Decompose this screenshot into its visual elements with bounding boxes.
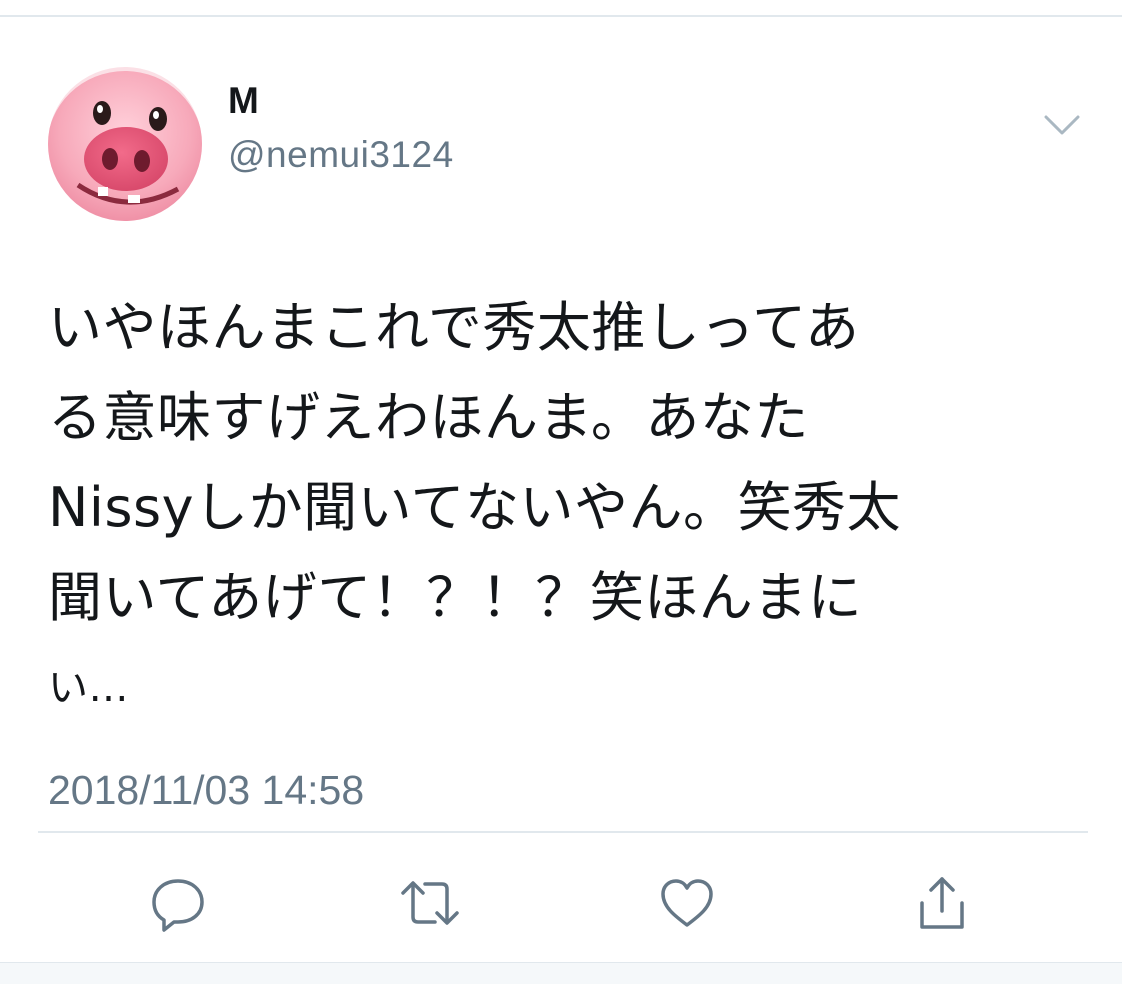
tweet[interactable]: M @nemui3124 いやほんまこれで秀太推しってあ る意味すげえわほんま。… <box>0 17 1122 984</box>
tweet-text: いやほんまこれで秀太推しってあ る意味すげえわほんま。あなた Nissyしか聞い… <box>48 283 1048 733</box>
share-button[interactable] <box>907 868 977 938</box>
reply-button[interactable] <box>143 868 213 938</box>
tweet-text-line: Nissyしか聞いてないやん。笑秀太 <box>48 476 902 539</box>
action-bar <box>0 850 1122 960</box>
actions-divider <box>38 831 1088 833</box>
tweet-text-line: 聞いてあげて！？！？笑ほんまに <box>48 566 863 629</box>
avatar[interactable] <box>48 67 202 221</box>
tweet-text-line: る意味すげえわほんま。あなた <box>48 386 809 449</box>
retweet-icon <box>401 881 459 925</box>
timestamp[interactable]: 2018/11/03 14:58 <box>48 765 364 815</box>
like-button[interactable] <box>652 868 722 938</box>
share-icon <box>920 877 964 929</box>
author-handle[interactable]: @nemui3124 <box>228 133 454 177</box>
author-name[interactable]: M <box>228 79 259 123</box>
retweet-button[interactable] <box>395 868 465 938</box>
heart-icon <box>661 879 713 927</box>
more-options-button[interactable] <box>1040 107 1084 141</box>
tweet-text-line: い… <box>48 665 129 711</box>
reply-icon <box>152 879 204 932</box>
pig-avatar-icon <box>48 67 202 221</box>
bottom-separator <box>0 962 1122 984</box>
tweet-text-line: いやほんまこれで秀太推しってあ <box>48 296 860 359</box>
chevron-down-icon <box>1044 115 1080 135</box>
